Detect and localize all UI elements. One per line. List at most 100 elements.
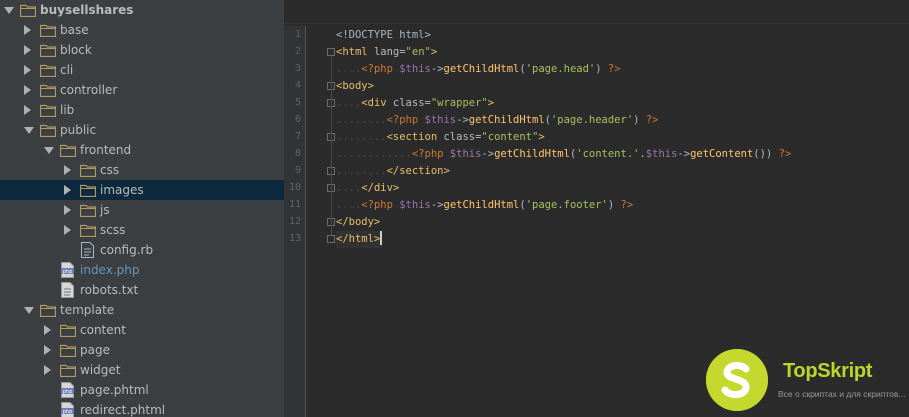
code-line[interactable]: ....<?php $this->getChildHtml('page.foot… [336, 197, 633, 214]
collapse-arrow-icon[interactable] [44, 365, 51, 375]
collapse-arrow-icon[interactable] [24, 105, 31, 115]
tree-folder-controller[interactable]: controller [0, 80, 284, 100]
tree-item-label: js [100, 203, 110, 217]
code-line[interactable]: </html> [336, 231, 383, 248]
fold-toggle-icon[interactable] [327, 48, 335, 56]
collapse-arrow-icon[interactable] [24, 45, 31, 55]
tree-file-config-rb[interactable]: config.rb [0, 240, 284, 260]
code-line[interactable]: ............<?php $this->getChildHtml('c… [336, 146, 791, 163]
tree-item-label: template [60, 303, 115, 317]
collapse-arrow-icon[interactable] [64, 225, 71, 235]
tree-folder-lib[interactable]: lib [0, 100, 284, 120]
fold-guide [331, 56, 332, 235]
tree-folder-images[interactable]: images [0, 180, 284, 200]
code-line[interactable]: </body> [336, 214, 380, 231]
code-line[interactable]: ....<div class="wrapper"> [336, 95, 494, 112]
code-token: ?> [645, 114, 659, 126]
tree-item-label: controller [60, 83, 118, 97]
code-token: class= [392, 97, 431, 109]
line-number: 8 [294, 148, 301, 159]
line-number: 4 [294, 80, 301, 91]
tree-folder-cli[interactable]: cli [0, 60, 284, 80]
expand-arrow-icon[interactable] [44, 147, 54, 154]
expand-arrow-icon[interactable] [24, 127, 34, 134]
tree-folder-base[interactable]: base [0, 20, 284, 40]
code-token: </section> [386, 165, 450, 177]
tree-file-robots-txt[interactable]: robots.txt [0, 280, 284, 300]
tree-folder-page[interactable]: page [0, 340, 284, 360]
collapse-arrow-icon[interactable] [44, 325, 51, 335]
tree-folder-scss[interactable]: scss [0, 220, 284, 240]
expand-arrow-icon[interactable] [24, 307, 34, 314]
tree-item-label: cli [60, 63, 74, 77]
collapse-arrow-icon[interactable] [64, 205, 71, 215]
tree-folder-js[interactable]: js [0, 200, 284, 220]
line-number: 7 [294, 131, 301, 142]
code-token: -> [430, 63, 444, 75]
code-token: $this [449, 148, 482, 160]
folder-icon [39, 63, 57, 78]
collapse-arrow-icon[interactable] [64, 185, 71, 195]
code-token: getChildHtml [443, 63, 520, 75]
code-line[interactable]: ........<?php $this->getChildHtml('page.… [336, 112, 658, 129]
tree-folder-buysellshares[interactable]: buysellshares [0, 0, 284, 20]
code-line[interactable]: <!DOCTYPE html> [336, 27, 431, 44]
code-token: -> [430, 199, 444, 211]
code-line[interactable]: ....</div> [336, 180, 399, 197]
folder-icon [39, 123, 57, 138]
tree-file-page-phtml[interactable]: php page.phtml [0, 380, 284, 400]
code-line[interactable]: ........<section class="content"> [336, 129, 545, 146]
collapse-arrow-icon[interactable] [64, 165, 71, 175]
collapse-arrow-icon[interactable] [24, 85, 31, 95]
topskript-watermark: TopSkript Все о скриптах и для скриптов.… [706, 335, 909, 417]
tree-item-label: content [80, 323, 126, 337]
folder-icon [79, 183, 97, 198]
topskript-subtitle: Все о скриптах и для скриптов... [778, 389, 906, 399]
collapse-arrow-icon[interactable] [44, 345, 51, 355]
code-token: ?> [778, 148, 792, 160]
code-token: ........ [336, 131, 387, 143]
code-token: </div> [361, 182, 400, 194]
code-token: </body> [336, 216, 381, 228]
tree-file-redirect-phtml[interactable]: php redirect.phtml [0, 400, 284, 417]
code-token: <?php [411, 148, 450, 160]
code-token: class= [443, 131, 482, 143]
tree-item-label: index.php [80, 263, 140, 277]
code-line[interactable]: ....<?php $this->getChildHtml('page.head… [336, 61, 621, 78]
tree-folder-widget[interactable]: widget [0, 360, 284, 380]
tree-file-index-php[interactable]: php index.php [0, 260, 284, 280]
code-token: > [487, 97, 495, 109]
code-token: ) [633, 114, 646, 126]
code-token: .... [336, 199, 362, 211]
code-token: ) [595, 63, 608, 75]
code-token: <!DOCTYPE html> [336, 29, 431, 41]
tree-folder-frontend[interactable]: frontend [0, 140, 284, 160]
text-caret [380, 231, 383, 245]
tree-folder-template[interactable]: template [0, 300, 284, 320]
code-token: getChildHtml [494, 148, 570, 160]
tree-folder-public[interactable]: public [0, 120, 284, 140]
fold-toggle-icon[interactable] [327, 235, 335, 243]
tree-item-label: widget [80, 363, 121, 377]
code-line[interactable]: <body> [336, 78, 374, 95]
ruby-file-icon [81, 242, 94, 258]
line-number: 11 [288, 199, 301, 210]
tree-folder-css[interactable]: css [0, 160, 284, 180]
code-line[interactable]: <html lang="en"> [336, 44, 437, 61]
code-token: 'page.header' [550, 114, 634, 126]
collapse-arrow-icon[interactable] [24, 65, 31, 75]
code-token: getChildHtml [468, 114, 545, 126]
collapse-arrow-icon[interactable] [24, 25, 31, 35]
line-number: 12 [288, 216, 301, 227]
tree-folder-block[interactable]: block [0, 40, 284, 60]
tree-item-label: buysellshares [40, 3, 134, 17]
tree-folder-content[interactable]: content [0, 320, 284, 340]
expand-arrow-icon[interactable] [4, 7, 14, 14]
code-token: <?php [361, 199, 400, 211]
code-token: > [538, 131, 545, 143]
tree-item-label: images [100, 183, 144, 197]
code-line[interactable]: ........</section> [336, 163, 450, 180]
folder-icon [39, 23, 57, 38]
folder-icon [39, 83, 57, 98]
folder-icon [79, 163, 97, 178]
